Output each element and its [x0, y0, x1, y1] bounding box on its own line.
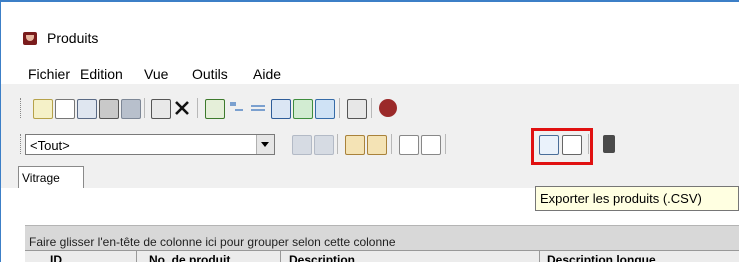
refresh-icon[interactable]: [205, 99, 225, 119]
column-separator[interactable]: [136, 251, 137, 262]
menu-aide[interactable]: Aide: [253, 66, 281, 82]
properties-icon[interactable]: [99, 99, 119, 119]
new-icon[interactable]: [33, 99, 53, 119]
toolbar-separator: [445, 134, 446, 154]
menu-edition[interactable]: Edition: [80, 66, 123, 82]
settings-icon[interactable]: [347, 99, 367, 119]
delete-icon[interactable]: [173, 99, 191, 117]
chevron-down-icon: [261, 142, 269, 147]
toolbar-separator: [371, 98, 372, 118]
menu-bar: Fichier Edition Vue Outils Aide: [1, 56, 739, 84]
title-bar: Produits: [1, 2, 739, 56]
nav-prev-icon[interactable]: [314, 135, 334, 155]
filter-combobox[interactable]: <Tout>: [25, 134, 275, 155]
nav-next-icon[interactable]: [345, 135, 365, 155]
toolbar-separator: [339, 98, 340, 118]
nav-last-icon[interactable]: [367, 135, 387, 155]
column-header-description-longue[interactable]: Description longue: [547, 253, 656, 262]
preview-icon[interactable]: [55, 99, 75, 119]
tab-label: Vitrage: [22, 171, 60, 185]
app-logo-icon: [23, 32, 37, 45]
column-header-product-no[interactable]: No. de produit: [149, 253, 230, 262]
export-highlight-box: [531, 128, 593, 165]
toolbar-grip[interactable]: [20, 98, 24, 118]
info-icon[interactable]: [379, 99, 397, 117]
export-tooltip: Exporter les produits (.CSV): [535, 186, 739, 211]
traffic-light-icon[interactable]: [603, 135, 615, 153]
toolbar-separator: [197, 98, 198, 118]
sort-icon[interactable]: [227, 99, 245, 117]
group-hint: Faire glisser l'en-tête de colonne ici p…: [29, 235, 396, 249]
print-icon[interactable]: [77, 99, 97, 119]
save-icon[interactable]: [121, 99, 141, 119]
list-icon[interactable]: [293, 99, 313, 119]
copy-icon[interactable]: [151, 99, 171, 119]
window-title: Produits: [47, 30, 99, 46]
toolbar-grip[interactable]: [20, 134, 24, 154]
import-icon[interactable]: [399, 135, 419, 155]
column-separator[interactable]: [539, 251, 540, 262]
filter-icon[interactable]: [249, 99, 267, 117]
column-header-id[interactable]: ID: [50, 253, 62, 262]
combo-dropdown-button[interactable]: [256, 135, 274, 154]
view-icon[interactable]: [271, 99, 291, 119]
menu-vue[interactable]: Vue: [144, 66, 168, 82]
tooltip-text: Exporter les produits (.CSV): [540, 191, 702, 206]
toolbar-separator: [144, 98, 145, 118]
grid-header: ID No. de produit Description Descriptio…: [25, 250, 739, 262]
export-icon[interactable]: [421, 135, 441, 155]
window: Produits Fichier Edition Vue Outils Aide: [0, 0, 739, 262]
column-separator[interactable]: [280, 251, 281, 262]
toolbar-separator: [337, 134, 338, 154]
toolbar-separator: [391, 134, 392, 154]
column-header-description[interactable]: Description: [289, 253, 355, 262]
nav-first-icon[interactable]: [292, 135, 312, 155]
menu-outils[interactable]: Outils: [192, 66, 228, 82]
menu-fichier[interactable]: Fichier: [28, 66, 70, 82]
tab-vitrage[interactable]: Vitrage: [18, 166, 84, 188]
grid-icon[interactable]: [315, 99, 335, 119]
filter-value: <Tout>: [30, 138, 70, 153]
